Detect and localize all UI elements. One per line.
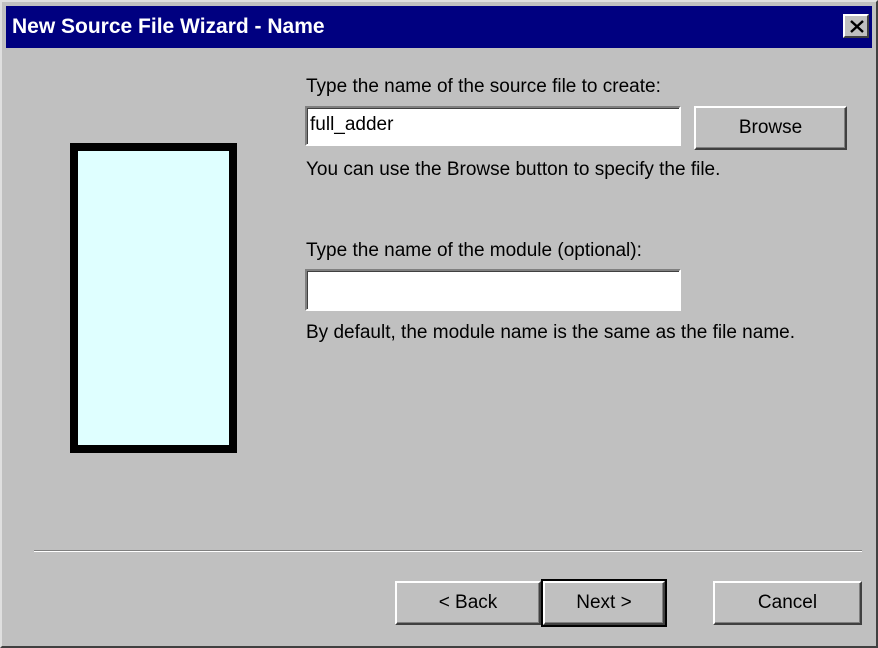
file-name-label: Type the name of the source file to crea… xyxy=(306,76,661,97)
file-name-hint: You can use the Browse button to specify… xyxy=(306,159,721,180)
footer-separator xyxy=(34,550,862,552)
window-title: New Source File Wizard - Name xyxy=(12,15,325,38)
back-button[interactable]: < Back xyxy=(395,581,541,625)
module-name-hint: By default, the module name is the same … xyxy=(306,322,795,343)
close-button[interactable] xyxy=(843,14,869,38)
wizard-graphic xyxy=(70,143,237,453)
cancel-button[interactable]: Cancel xyxy=(713,581,862,625)
browse-button[interactable]: Browse xyxy=(694,106,847,150)
file-name-input[interactable]: full_adder xyxy=(305,106,681,146)
module-name-input[interactable] xyxy=(305,269,681,311)
module-name-label: Type the name of the module (optional): xyxy=(306,240,642,261)
next-button[interactable]: Next > xyxy=(541,579,667,627)
close-icon xyxy=(850,20,864,33)
title-bar[interactable]: New Source File Wizard - Name xyxy=(6,6,872,48)
